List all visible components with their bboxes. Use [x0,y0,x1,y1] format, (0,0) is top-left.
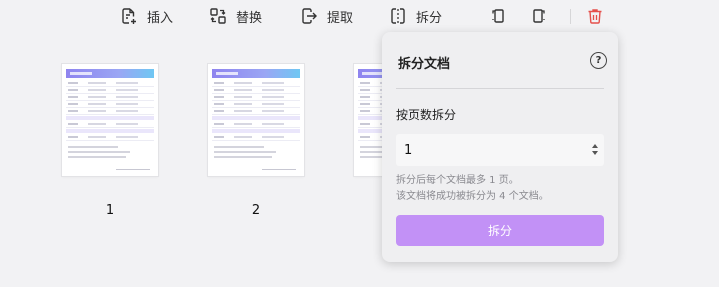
rotate-right-button[interactable] [530,5,548,27]
insert-button[interactable]: 插入 [120,5,173,27]
insert-icon [122,8,136,24]
split-document-panel: 拆分文档 ? 按页数拆分 拆分后每个文档最多 1 页。 该文档将成功被拆分为 4… [382,32,618,262]
split-button[interactable]: 拆分 [396,215,604,246]
page-number: 2 [251,203,261,218]
split-label: 拆分 [416,10,443,26]
replace-label: 替换 [236,10,263,26]
thumbnail-header [66,69,154,78]
panel-divider [396,88,604,89]
rotate-left-button[interactable] [489,5,507,27]
extract-button[interactable]: 提取 [300,5,353,27]
toolbar: 插入 替换 提取 拆分 [0,0,719,34]
stepper-arrows[interactable] [590,142,600,158]
insert-label: 插入 [147,10,174,26]
panel-title: 拆分文档 [398,57,451,72]
help-icon[interactable]: ? [590,52,607,69]
increment-arrow-icon[interactable] [592,144,598,148]
decrement-arrow-icon[interactable] [592,151,598,155]
replace-button[interactable]: 替换 [209,5,262,27]
page-thumbnail[interactable] [208,64,304,176]
rotate-right-icon [533,9,545,23]
page-thumbnail[interactable] [62,64,158,176]
split-hint-max-pages: 拆分后每个文档最多 1 页。 [396,175,519,186]
rotate-left-icon [492,9,504,23]
extract-icon [302,8,317,24]
split-toolbar-button[interactable]: 拆分 [389,5,442,27]
split-hint-result-count: 该文档将成功被拆分为 4 个文档。 [396,191,549,202]
toolbar-divider [570,9,571,24]
thumbnail-header [212,69,300,78]
extract-label: 提取 [327,10,354,26]
page-number: 1 [105,203,115,218]
replace-icon [210,8,226,24]
split-mode-label: 按页数拆分 [396,108,457,122]
pages-per-document-input[interactable] [404,134,584,166]
split-icon [391,8,405,24]
pages-per-document-stepper [396,134,604,166]
trash-icon [588,9,602,24]
delete-button[interactable] [586,5,604,27]
